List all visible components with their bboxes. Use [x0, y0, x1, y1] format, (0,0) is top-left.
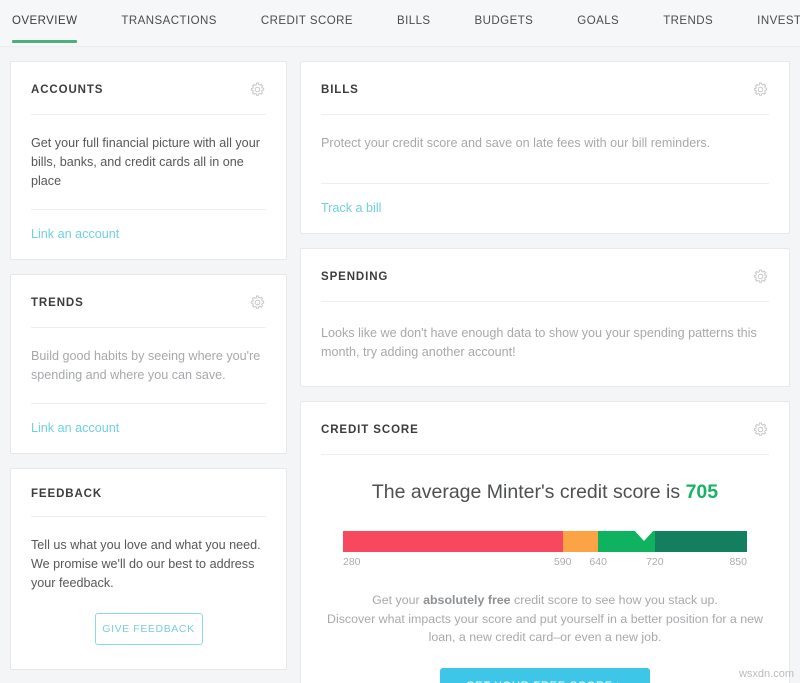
tab-transactions[interactable]: TRANSACTIONS	[121, 0, 217, 47]
watermark: wsxdn.com	[739, 668, 794, 680]
track-a-bill-link[interactable]: Track a bill	[321, 201, 381, 215]
trends-card-header: TRENDS	[31, 275, 266, 328]
credit-score-description-line-2: Discover what impacts your score and put…	[321, 610, 769, 629]
tab-investments[interactable]: INVESTMENTS	[757, 0, 800, 47]
credit-score-card-header: CREDIT SCORE	[321, 402, 769, 455]
right-column: BILLS Protect your credit score and save…	[300, 61, 790, 683]
tab-bills[interactable]: BILLS	[397, 0, 431, 47]
left-column: ACCOUNTS Get your full financial picture…	[10, 61, 287, 683]
gauge-tick-label: 720	[646, 556, 664, 568]
gauge-segment-excellent	[655, 531, 747, 552]
tab-overview-label: OVERVIEW	[12, 15, 77, 27]
give-feedback-button[interactable]: GIVE FEEDBACK	[95, 613, 203, 645]
bills-card-body: Protect your credit score and save on la…	[321, 115, 769, 183]
spending-card: SPENDING Looks like we don't have enough…	[300, 248, 790, 387]
tab-overview[interactable]: OVERVIEW	[12, 0, 77, 47]
link-an-account-link[interactable]: Link an account	[31, 227, 119, 241]
desc-line1-part-a: Get your	[372, 593, 423, 607]
feedback-card-body: Tell us what you love and what you need.…	[31, 517, 266, 601]
bills-card-title: BILLS	[321, 84, 359, 96]
accounts-card-body: Get your full financial picture with all…	[31, 115, 266, 209]
credit-score-description-line-3: loan, a new credit card–or even a new jo…	[321, 628, 769, 647]
tab-goals[interactable]: GOALS	[577, 0, 619, 47]
credit-score-card-title: CREDIT SCORE	[321, 424, 419, 436]
bills-card-header: BILLS	[321, 62, 769, 115]
tab-credit-score[interactable]: CREDIT SCORE	[261, 0, 353, 47]
credit-score-gauge-ticks: 280 590 640 720 850	[343, 556, 747, 572]
feedback-card-header: FEEDBACK	[31, 469, 266, 517]
accounts-card-title: ACCOUNTS	[31, 84, 103, 96]
trends-card-title: TRENDS	[31, 297, 84, 309]
desc-line1-bold: absolutely free	[423, 593, 510, 607]
main-navigation: OVERVIEW TRANSACTIONS CREDIT SCORE BILLS…	[0, 0, 800, 47]
gauge-tick-label: 850	[729, 556, 747, 568]
average-credit-score-value: 705	[686, 481, 719, 503]
gear-icon[interactable]	[249, 294, 266, 311]
trends-card-body: Build good habits by seeing where you're…	[31, 328, 266, 403]
credit-score-headline: The average Minter's credit score is 705	[321, 481, 769, 504]
trends-card: TRENDS Build good habits by seeing where…	[10, 274, 287, 454]
tab-transactions-label: TRANSACTIONS	[121, 15, 217, 27]
feedback-card: FEEDBACK Tell us what you love and what …	[10, 468, 287, 670]
gauge-tick-label: 640	[589, 556, 607, 568]
link-an-account-link[interactable]: Link an account	[31, 421, 119, 435]
gear-icon[interactable]	[249, 81, 266, 98]
gear-icon[interactable]	[752, 268, 769, 285]
credit-score-description: Get your absolutely free credit score to…	[321, 591, 769, 647]
tab-bills-label: BILLS	[397, 15, 431, 27]
gauge-segment-fair	[563, 531, 598, 552]
credit-score-content: The average Minter's credit score is 705…	[321, 455, 769, 683]
tab-budgets[interactable]: BUDGETS	[475, 0, 534, 47]
gauge-tick-label: 280	[343, 556, 361, 568]
accounts-card-header: ACCOUNTS	[31, 62, 266, 115]
spending-card-body: Looks like we don't have enough data to …	[321, 302, 769, 386]
trends-card-footer: Link an account	[31, 403, 266, 453]
dashboard-content: ACCOUNTS Get your full financial picture…	[0, 47, 800, 683]
tab-investments-label: INVESTMENTS	[757, 15, 800, 27]
get-your-free-score-button[interactable]: GET YOUR FREE SCORE >	[440, 668, 650, 683]
tab-credit-score-label: CREDIT SCORE	[261, 15, 353, 27]
spending-card-title: SPENDING	[321, 271, 388, 283]
credit-score-gauge: 280 590 640 720 850	[343, 531, 747, 572]
gauge-marker-notch	[634, 531, 654, 541]
desc-line1-part-b: credit score to see how you stack up.	[511, 593, 718, 607]
credit-score-headline-text: The average Minter's credit score is	[372, 481, 686, 503]
bills-card: BILLS Protect your credit score and save…	[300, 61, 790, 234]
gear-icon[interactable]	[752, 421, 769, 438]
feedback-card-title: FEEDBACK	[31, 488, 102, 500]
credit-score-description-line-1: Get your absolutely free credit score to…	[321, 591, 769, 610]
gauge-segment-poor	[343, 531, 563, 552]
tab-trends-label: TRENDS	[663, 15, 713, 27]
gauge-tick-label: 590	[554, 556, 572, 568]
tab-trends[interactable]: TRENDS	[663, 0, 713, 47]
credit-score-card: CREDIT SCORE The average Minter's credit…	[300, 401, 790, 683]
spending-card-header: SPENDING	[321, 249, 769, 302]
bills-card-footer: Track a bill	[321, 183, 769, 233]
accounts-card-footer: Link an account	[31, 209, 266, 259]
credit-score-gauge-bar	[343, 531, 747, 552]
gear-icon[interactable]	[752, 81, 769, 98]
accounts-card: ACCOUNTS Get your full financial picture…	[10, 61, 287, 260]
tab-budgets-label: BUDGETS	[475, 15, 534, 27]
tab-goals-label: GOALS	[577, 15, 619, 27]
